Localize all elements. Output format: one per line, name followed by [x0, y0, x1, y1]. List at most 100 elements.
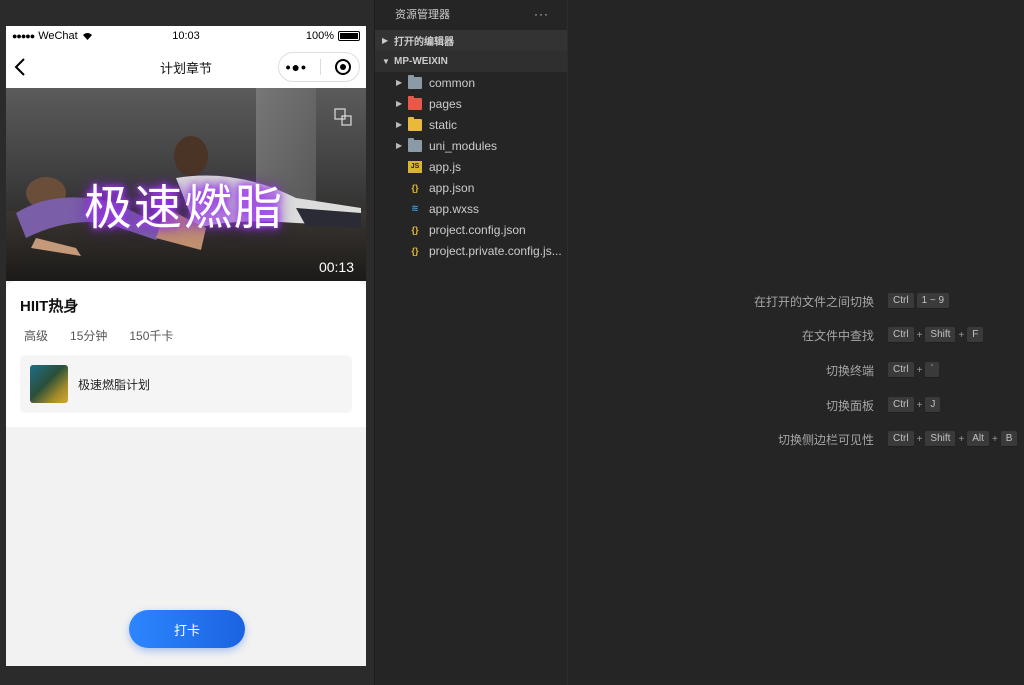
open-editors-section[interactable]: ▶ 打开的编辑器 [375, 30, 567, 51]
carrier-label: WeChat [38, 30, 78, 42]
key: Alt [967, 431, 989, 447]
shortcut-row: 在打开的文件之间切换 Ctrl 1 ~ 9 [754, 291, 1024, 311]
shortcut-row: 在文件中查找 Ctrl + Shift + F [802, 325, 1024, 345]
meta-duration: 15分钟 [70, 329, 108, 343]
tree-item-project-private-config[interactable]: {} project.private.config.js... [375, 240, 567, 261]
css-file-icon: ≋ [411, 203, 419, 213]
plan-thumbnail [30, 365, 68, 403]
chevron-right-icon: ▶ [396, 141, 403, 150]
shortcut-label: 切换侧边栏可见性 [777, 432, 874, 447]
tree-item-label: pages [429, 96, 462, 111]
tree-item-app-json[interactable]: {} app.json [375, 177, 567, 198]
tree-item-app-js[interactable]: JS app.js [375, 156, 567, 177]
chapter-meta: 高级 15分钟 150千卡 [24, 327, 173, 344]
tree-item-project-config[interactable]: {} project.config.json [375, 219, 567, 240]
shortcut-label: 切换面板 [825, 398, 874, 413]
back-button[interactable] [6, 46, 34, 88]
wifi-icon [82, 32, 92, 40]
shortcut-label: 切换终端 [825, 363, 874, 378]
folder-static-icon [408, 116, 422, 131]
tree-item-label: uni_modules [429, 138, 498, 153]
folder-icon [408, 74, 422, 89]
key: Ctrl [888, 431, 914, 447]
key: 1 ~ 9 [916, 293, 950, 309]
json-file-icon: {} [411, 182, 419, 193]
more-actions-button[interactable]: ··· [534, 7, 549, 21]
plus-sign: + [916, 433, 923, 445]
fullscreen-icon[interactable] [334, 108, 352, 126]
video-player[interactable]: 极速燃脂 00:13 [6, 88, 366, 281]
open-editors-label: 打开的编辑器 [394, 37, 454, 48]
plus-sign: + [916, 399, 923, 411]
tree-item-pages[interactable]: ▶ pages [375, 93, 567, 114]
plan-link[interactable]: 极速燃脂计划 [20, 355, 352, 413]
plus-sign: + [916, 364, 923, 376]
project-label: MP-WEIXIN [394, 56, 448, 67]
chevron-left-icon [14, 58, 25, 76]
capsule-divider [320, 59, 322, 75]
shortcut-row: 切换侧边栏可见性 Ctrl + Shift + Alt + B [778, 429, 1024, 449]
close-target-icon[interactable] [334, 58, 352, 76]
explorer-header: 资源管理器 ··· [375, 0, 567, 28]
chevron-right-icon: ▶ [396, 120, 403, 129]
shortcut-row: 切换面板 Ctrl + J [826, 395, 1024, 415]
key: Ctrl [888, 397, 914, 413]
tree-item-label: project.private.config.js... [429, 243, 562, 258]
chevron-down-icon: ▼ [382, 57, 390, 66]
plus-sign: + [916, 329, 923, 341]
video-overlay-title: 极速燃脂 [84, 180, 285, 236]
capsule-menu: •●• [278, 52, 360, 82]
tree-item-label: common [429, 75, 476, 90]
project-section[interactable]: ▼ MP-WEIXIN [375, 51, 567, 72]
tree-item-label: project.config.json [429, 222, 526, 237]
tree-item-app-wxss[interactable]: ≋ app.wxss [375, 198, 567, 219]
tree-item-static[interactable]: ▶ static [375, 114, 567, 135]
tree-item-label: static [429, 117, 458, 132]
chevron-right-icon: ▶ [396, 99, 403, 108]
status-bar: ●●●●● WeChat 10:03 100% [6, 26, 366, 46]
key: Shift [925, 327, 956, 343]
plan-name: 极速燃脂计划 [78, 377, 151, 392]
tree-item-label: app.js [429, 159, 462, 174]
js-file-icon: JS [408, 160, 422, 173]
key: Ctrl [888, 293, 914, 309]
phone-screen: ●●●●● WeChat 10:03 100% 计划章节 •●• 极速燃脂 00… [6, 26, 366, 666]
key: Ctrl [888, 327, 914, 343]
key: Ctrl [888, 362, 914, 378]
video-timestamp: 00:13 [318, 259, 354, 275]
shortcut-hints: 在打开的文件之间切换 Ctrl 1 ~ 9 在文件中查找 Ctrl + Shif… [568, 0, 1024, 685]
battery-icon [338, 31, 360, 41]
folder-pages-icon [408, 95, 422, 110]
simulator-panel: ●●●●● WeChat 10:03 100% 计划章节 •●• 极速燃脂 00… [0, 0, 375, 685]
key: B [1000, 431, 1018, 447]
json-file-icon: {} [411, 245, 419, 256]
explorer-title: 资源管理器 [395, 9, 450, 21]
plus-sign: + [991, 433, 998, 445]
shortcut-label: 在打开的文件之间切换 [753, 294, 874, 309]
tree-item-label: app.json [429, 180, 475, 195]
key: J [925, 397, 941, 413]
chapter-title: HIIT热身 [20, 298, 79, 315]
tree-item-label: app.wxss [429, 201, 480, 216]
chevron-right-icon: ▶ [396, 78, 403, 87]
tree-item-uni-modules[interactable]: ▶ uni_modules [375, 135, 567, 156]
key: Shift [925, 431, 956, 447]
key: F [967, 327, 984, 343]
file-explorer: 资源管理器 ··· ▶ 打开的编辑器 ▼ MP-WEIXIN ▶ common … [375, 0, 568, 685]
chevron-right-icon: ▶ [382, 36, 389, 45]
plus-sign: + [958, 329, 965, 341]
battery-percent: 100% [305, 30, 334, 42]
plus-sign: + [958, 433, 965, 445]
signal-icon: ●●●●● [12, 31, 35, 41]
meta-calories: 150千卡 [129, 329, 174, 343]
key: ` [925, 362, 939, 378]
nav-bar: 计划章节 •●• [6, 46, 366, 88]
folder-icon [408, 137, 422, 152]
more-dots-icon[interactable]: •●• [286, 59, 307, 75]
tree-item-common[interactable]: ▶ common [375, 72, 567, 93]
meta-level: 高级 [24, 329, 49, 343]
shortcut-label: 在文件中查找 [801, 328, 874, 343]
json-file-icon: {} [411, 224, 419, 235]
checkin-button[interactable]: 打卡 [129, 610, 245, 648]
chapter-card: HIIT热身 高级 15分钟 150千卡 极速燃脂计划 [6, 281, 366, 427]
